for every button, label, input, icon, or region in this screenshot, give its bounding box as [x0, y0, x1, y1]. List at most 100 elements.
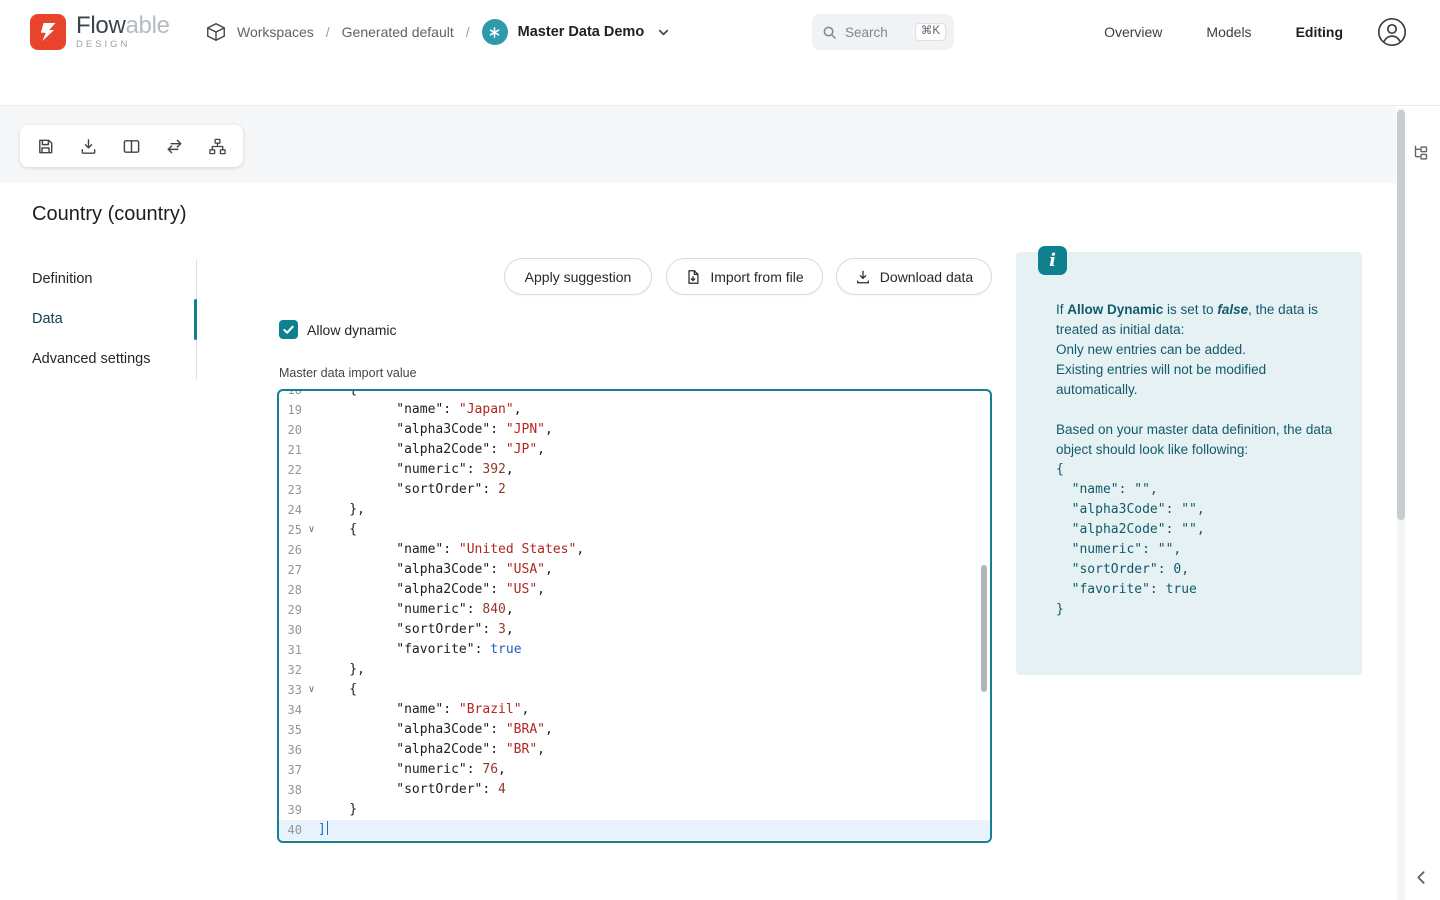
- fold-gutter: [305, 760, 318, 780]
- brand-name-secondary: able: [125, 12, 169, 39]
- editor-scrollbar-thumb[interactable]: [981, 565, 987, 692]
- editor-line[interactable]: 25∨ {: [279, 520, 990, 540]
- editor-line[interactable]: 26 "name": "United States",: [279, 540, 990, 560]
- split-view-icon[interactable]: [114, 125, 150, 167]
- line-number: 25: [279, 520, 305, 540]
- import-from-file-button[interactable]: Import from file: [666, 258, 823, 295]
- sidebar-active-indicator: [194, 299, 197, 340]
- breadcrumb-workspaces[interactable]: Workspaces: [237, 24, 314, 40]
- editor-line[interactable]: 40]: [279, 820, 990, 840]
- line-number: 28: [279, 580, 305, 600]
- editor-line[interactable]: 34 "name": "Brazil",: [279, 700, 990, 720]
- line-number: 18: [279, 391, 305, 400]
- page-scrollbar[interactable]: [1397, 108, 1405, 900]
- sidebar-item-advanced-settings[interactable]: Advanced settings: [32, 339, 192, 379]
- editor-line[interactable]: 33∨ {: [279, 680, 990, 700]
- allow-dynamic-checkbox-row[interactable]: Allow dynamic: [279, 320, 396, 339]
- breadcrumb-model[interactable]: Master Data Demo: [518, 24, 645, 40]
- fold-toggle-icon[interactable]: ∨: [305, 680, 318, 700]
- editor-line[interactable]: 38 "sortOrder": 4: [279, 780, 990, 800]
- user-avatar[interactable]: [1377, 17, 1407, 47]
- search-icon: [822, 25, 837, 40]
- settings-side-nav: Definition Data Advanced settings: [32, 259, 192, 379]
- sidebar-item-data[interactable]: Data: [32, 299, 192, 339]
- nav-editing[interactable]: Editing: [1296, 24, 1343, 40]
- swap-compare-icon[interactable]: [157, 125, 193, 167]
- breadcrumb-project[interactable]: Generated default: [342, 24, 454, 40]
- line-code: "sortOrder": 4: [318, 780, 506, 800]
- allow-dynamic-label: Allow dynamic: [307, 322, 396, 338]
- allow-dynamic-checkbox[interactable]: [279, 320, 298, 339]
- line-number: 38: [279, 780, 305, 800]
- editor-line[interactable]: 28 "alpha2Code": "US",: [279, 580, 990, 600]
- editor-line[interactable]: 31 "favorite": true: [279, 640, 990, 660]
- fold-gutter: [305, 620, 318, 640]
- editor-line[interactable]: 32 },: [279, 660, 990, 680]
- chevron-down-icon[interactable]: [656, 25, 671, 40]
- editor-line[interactable]: 21 "alpha2Code": "JP",: [279, 440, 990, 460]
- text-cursor: [327, 821, 329, 835]
- master-data-code-editor[interactable]: 18 {19 "name": "Japan",20 "alpha3Code": …: [277, 389, 992, 843]
- line-number: 39: [279, 800, 305, 820]
- line-number: 36: [279, 740, 305, 760]
- line-number: 22: [279, 460, 305, 480]
- search-shortcut-badge: ⌘K: [915, 23, 946, 41]
- editor-line[interactable]: 27 "alpha3Code": "USA",: [279, 560, 990, 580]
- line-code: "name": "United States",: [318, 540, 584, 560]
- model-tree-toggle-icon[interactable]: [1408, 140, 1434, 166]
- line-code: "alpha3Code": "USA",: [318, 560, 553, 580]
- fold-gutter: [305, 580, 318, 600]
- info-panel-body: If Allow Dynamic is set to false, the da…: [1016, 252, 1362, 620]
- editor-line[interactable]: 30 "sortOrder": 3,: [279, 620, 990, 640]
- editor-line[interactable]: 39 }: [279, 800, 990, 820]
- editor-line[interactable]: 23 "sortOrder": 2: [279, 480, 990, 500]
- apply-suggestion-button[interactable]: Apply suggestion: [504, 258, 652, 295]
- flowable-logo-icon: [30, 14, 66, 50]
- fold-gutter: [305, 720, 318, 740]
- line-number: 21: [279, 440, 305, 460]
- nav-models[interactable]: Models: [1206, 24, 1251, 40]
- collapse-panel-chevron-icon[interactable]: [1410, 866, 1432, 888]
- editor-line[interactable]: 19 "name": "Japan",: [279, 400, 990, 420]
- line-code: "favorite": true: [318, 640, 522, 660]
- fold-toggle-icon[interactable]: ∨: [305, 520, 318, 540]
- info-code-line: "numeric": "",: [1056, 540, 1344, 560]
- editor-line[interactable]: 20 "alpha3Code": "JPN",: [279, 420, 990, 440]
- editor-line[interactable]: 37 "numeric": 76,: [279, 760, 990, 780]
- page-scrollbar-thumb[interactable]: [1397, 110, 1405, 520]
- app-header: Flowable DESIGN Workspaces / Generated d…: [0, 0, 1440, 64]
- line-number: 31: [279, 640, 305, 660]
- fold-gutter: [305, 460, 318, 480]
- sidebar-item-definition[interactable]: Definition: [32, 259, 192, 299]
- info-code-line: "alpha3Code": "",: [1056, 500, 1344, 520]
- sitemap-icon[interactable]: [200, 125, 236, 167]
- editor-line[interactable]: 18 {: [279, 391, 990, 400]
- editor-line[interactable]: 35 "alpha3Code": "BRA",: [279, 720, 990, 740]
- search-input[interactable]: Search ⌘K: [812, 14, 954, 50]
- nav-overview[interactable]: Overview: [1104, 24, 1162, 40]
- line-code: "alpha2Code": "BR",: [318, 740, 545, 760]
- flowable-logo[interactable]: Flowable DESIGN: [30, 13, 170, 50]
- save-icon[interactable]: [28, 125, 64, 167]
- master-data-model-icon: [482, 19, 508, 45]
- download-data-button[interactable]: Download data: [836, 258, 992, 295]
- download-data-label: Download data: [880, 269, 973, 285]
- workspace-icon: [205, 21, 227, 43]
- line-code: ]: [318, 820, 328, 840]
- line-code: "name": "Brazil",: [318, 700, 529, 720]
- line-code: "name": "Japan",: [318, 400, 522, 420]
- fold-gutter: [305, 640, 318, 660]
- fold-gutter: [305, 800, 318, 820]
- line-code: "alpha3Code": "JPN",: [318, 420, 553, 440]
- download-model-icon[interactable]: [71, 125, 107, 167]
- editor-line[interactable]: 36 "alpha2Code": "BR",: [279, 740, 990, 760]
- editor-viewport[interactable]: 18 {19 "name": "Japan",20 "alpha3Code": …: [279, 391, 990, 841]
- editor-line[interactable]: 22 "numeric": 392,: [279, 460, 990, 480]
- line-code: "alpha2Code": "US",: [318, 580, 545, 600]
- line-code: }: [318, 800, 357, 820]
- line-code: {: [318, 680, 357, 700]
- fold-gutter: [305, 440, 318, 460]
- line-code: },: [318, 500, 365, 520]
- editor-line[interactable]: 29 "numeric": 840,: [279, 600, 990, 620]
- editor-line[interactable]: 24 },: [279, 500, 990, 520]
